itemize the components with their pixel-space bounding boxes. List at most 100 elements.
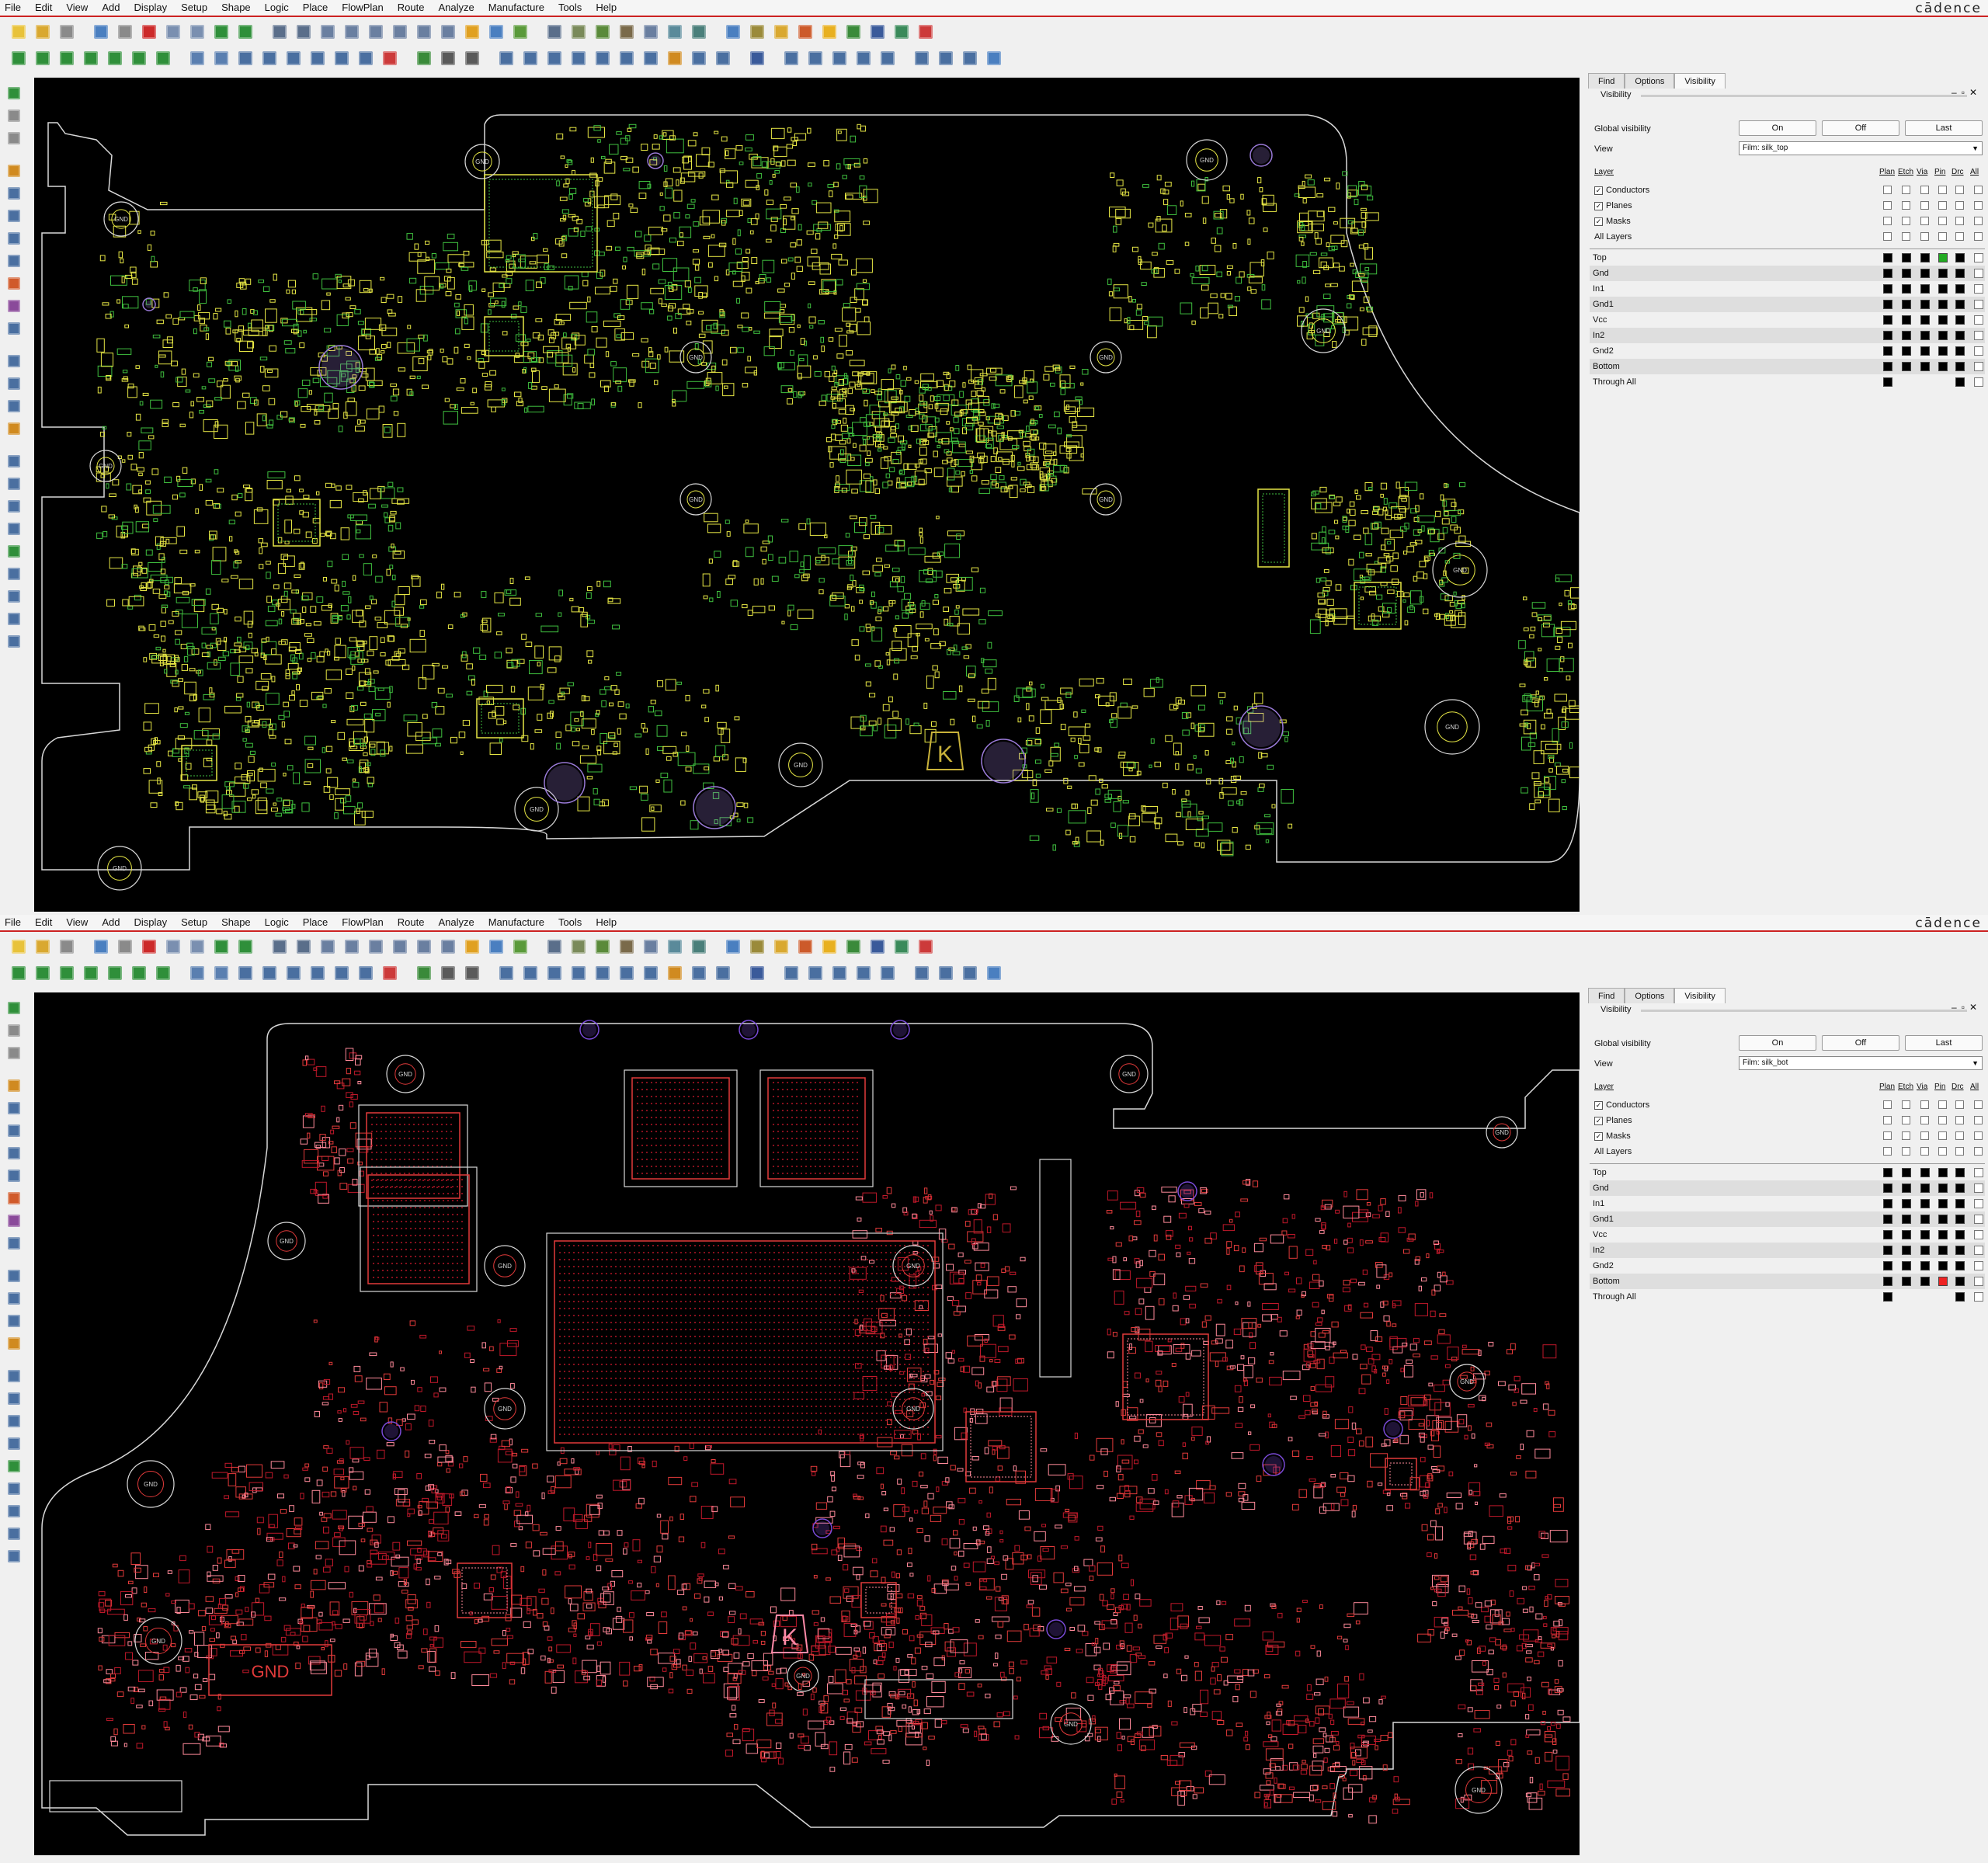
category-cell-checkbox[interactable] <box>1920 186 1929 194</box>
flag-button[interactable] <box>616 963 638 983</box>
route-button[interactable] <box>5 452 23 471</box>
category-cell-checkbox[interactable] <box>1974 232 1983 241</box>
category-cell-checkbox[interactable] <box>1920 201 1929 210</box>
category-cell-checkbox[interactable] <box>1974 217 1983 225</box>
tool-button[interactable] <box>877 963 898 983</box>
pin-button[interactable] <box>235 22 256 42</box>
layer-color-swatch[interactable] <box>1938 300 1948 309</box>
array-button[interactable] <box>712 48 734 68</box>
category-checkbox[interactable]: ✓ <box>1594 186 1603 195</box>
info-button[interactable] <box>722 937 744 957</box>
category-cell-checkbox[interactable] <box>1902 186 1910 194</box>
menu-add[interactable]: Add <box>95 0 127 16</box>
delay-tune-button[interactable] <box>283 48 304 68</box>
layer-color-swatch[interactable] <box>1974 253 1983 262</box>
pcb-bottom-view[interactable]: GND GNDGNDGNDGNDGNDGNDGNDGNDGNDGNDGNDGNDG… <box>34 992 1580 1855</box>
layer-color-swatch[interactable] <box>1883 315 1892 325</box>
menu-place[interactable]: Place <box>296 0 335 16</box>
measure-line-button[interactable] <box>461 963 483 983</box>
assign-color-button[interactable] <box>818 937 840 957</box>
properties-button[interactable] <box>746 22 768 42</box>
grid-button[interactable] <box>269 937 290 957</box>
drc-button[interactable] <box>664 22 686 42</box>
menu-logic[interactable]: Logic <box>258 0 296 16</box>
global-last-button[interactable]: Last <box>1905 120 1983 136</box>
gerber-button[interactable] <box>640 963 662 983</box>
open-folder-button[interactable] <box>32 937 54 957</box>
brush-button[interactable] <box>664 48 686 68</box>
category-cell-checkbox[interactable] <box>1902 232 1910 241</box>
tab-options[interactable]: Options <box>1625 73 1675 89</box>
add-rect-button[interactable] <box>5 1099 23 1117</box>
zoom-out-button[interactable] <box>365 937 387 957</box>
route-check-button[interactable] <box>5 1547 23 1566</box>
menu-flowplan[interactable]: FlowPlan <box>335 0 390 16</box>
shape-merge-button[interactable] <box>5 319 23 338</box>
slide-button[interactable] <box>210 48 232 68</box>
shape-merge-button[interactable] <box>5 1234 23 1253</box>
test-point-button[interactable] <box>853 48 874 68</box>
layer-in1-button[interactable] <box>56 963 78 983</box>
add-arc-button[interactable] <box>5 1121 23 1140</box>
layer-color-swatch[interactable] <box>1938 362 1948 371</box>
category-cell-checkbox[interactable] <box>1974 186 1983 194</box>
zoom-previous-button[interactable] <box>437 937 459 957</box>
net-table-button[interactable] <box>640 937 662 957</box>
layer-color-swatch[interactable] <box>1883 331 1892 340</box>
route-diff-button[interactable] <box>5 497 23 516</box>
layer-vcc-button[interactable] <box>104 48 126 68</box>
layer-color-swatch[interactable] <box>1902 253 1911 262</box>
tab-visibility[interactable]: Visibility <box>1674 73 1726 89</box>
category-cell-checkbox[interactable] <box>1920 217 1929 225</box>
category-masks[interactable]: ✓ Masks <box>1594 215 1631 228</box>
connect-line-button[interactable] <box>379 48 401 68</box>
menu-edit[interactable]: Edit <box>28 915 59 930</box>
select-button[interactable] <box>5 84 23 103</box>
route-push-button[interactable] <box>5 565 23 583</box>
menu-analyze[interactable]: Analyze <box>431 0 481 16</box>
pcb-top-view[interactable]: GNDGNDGND GNDGNDGNDGNDGNDGNDGNDGND GNDGND G… <box>34 78 1580 912</box>
layer-color-swatch[interactable] <box>1920 253 1930 262</box>
report-button[interactable] <box>867 937 888 957</box>
rect-button[interactable] <box>5 374 23 393</box>
text-button[interactable] <box>5 1334 23 1353</box>
new-file-button[interactable] <box>8 22 30 42</box>
measure-button[interactable] <box>770 937 792 957</box>
layer-in1-button[interactable] <box>56 48 78 68</box>
layer-color-swatch[interactable] <box>1902 362 1911 371</box>
etch-edit-button[interactable] <box>5 129 23 148</box>
highlight-button[interactable] <box>794 22 816 42</box>
route-timing-button[interactable] <box>5 1524 23 1543</box>
menu-flowplan[interactable]: FlowPlan <box>335 915 390 930</box>
shape-add-button[interactable] <box>5 1166 23 1185</box>
color-dialog-button[interactable] <box>509 937 531 957</box>
category-cell-checkbox[interactable] <box>1955 217 1964 225</box>
menu-setup[interactable]: Setup <box>174 0 214 16</box>
layer-color-swatch[interactable] <box>1974 377 1983 387</box>
matrix-button[interactable] <box>688 963 710 983</box>
measure-button[interactable] <box>770 22 792 42</box>
zoom-out-button[interactable] <box>365 22 387 42</box>
shape-edit-button[interactable] <box>568 22 589 42</box>
zoom-window-button[interactable] <box>317 937 339 957</box>
via-button[interactable] <box>235 963 256 983</box>
layer-color-swatch[interactable] <box>1902 300 1911 309</box>
vertex-button[interactable] <box>331 48 353 68</box>
category-cell-checkbox[interactable] <box>1955 232 1964 241</box>
redo-button[interactable] <box>186 22 208 42</box>
properties-button[interactable] <box>746 937 768 957</box>
layer-color-swatch[interactable] <box>1920 346 1930 356</box>
category-cell-checkbox[interactable] <box>1938 201 1947 210</box>
layer-color-swatch[interactable] <box>1955 253 1965 262</box>
camera-button[interactable] <box>959 963 981 983</box>
spread-button[interactable] <box>355 48 377 68</box>
layer-color-swatch[interactable] <box>1883 269 1892 278</box>
zoom-previous-button[interactable] <box>437 22 459 42</box>
layer-color-swatch[interactable] <box>1902 315 1911 325</box>
route-glossing-button[interactable] <box>5 587 23 606</box>
refresh-symbol-button[interactable] <box>805 48 826 68</box>
category-cell-checkbox[interactable] <box>1883 186 1892 194</box>
custom-smooth-button[interactable] <box>307 48 328 68</box>
label-button[interactable] <box>544 963 565 983</box>
add-arc-button[interactable] <box>5 207 23 225</box>
